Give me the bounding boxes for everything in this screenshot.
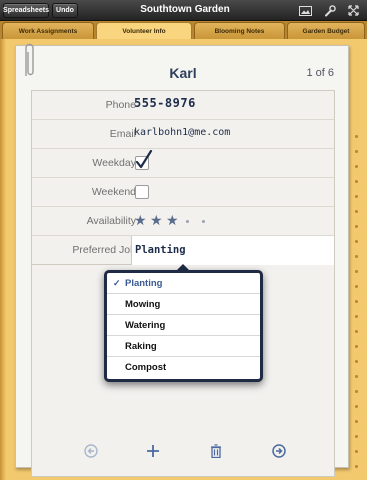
top-toolbar: Spreadsheets Undo Southtown Garden xyxy=(0,0,367,21)
tab-work-assignments[interactable]: Work Assignments xyxy=(2,22,94,39)
job-options-list: ✓ Planting Mowing Watering Raking Compos… xyxy=(107,273,260,379)
job-option-compost[interactable]: Compost xyxy=(107,357,260,378)
star-filled-icon[interactable]: ★ xyxy=(166,212,179,229)
notebook-edge xyxy=(0,39,6,480)
job-option-label: Watering xyxy=(125,319,166,331)
document-title: Southtown Garden xyxy=(140,4,230,15)
add-icon[interactable] xyxy=(143,441,163,461)
next-icon[interactable] xyxy=(269,441,289,461)
email-label: Email xyxy=(109,128,136,140)
star-empty-dot[interactable] xyxy=(186,220,189,223)
spreadsheets-button[interactable]: Spreadsheets xyxy=(3,3,49,18)
email-value[interactable]: karlbohn1@me.com xyxy=(134,127,230,138)
wrench-icon[interactable] xyxy=(321,3,339,18)
preferred-job-field[interactable]: Planting xyxy=(131,236,334,265)
job-option-label: Compost xyxy=(125,362,167,373)
job-dropdown-popover: ✓ Planting Mowing Watering Raking Compos… xyxy=(104,270,263,382)
job-option-planting[interactable]: ✓ Planting xyxy=(107,273,260,294)
undo-button[interactable]: Undo xyxy=(52,3,78,18)
paperclip-icon xyxy=(25,43,34,76)
job-option-label: Mowing xyxy=(125,298,161,310)
star-filled-icon[interactable]: ★ xyxy=(134,212,147,229)
record-card: Karl 1 of 6 Phone 555-8976 Email karlboh… xyxy=(15,45,349,477)
job-option-watering[interactable]: Watering xyxy=(107,315,260,336)
tab-garden-budget[interactable]: Garden Budget xyxy=(287,22,365,39)
email-row[interactable]: Email karlbohn1@me.com xyxy=(32,120,334,149)
phone-value[interactable]: 555-8976 xyxy=(134,96,196,110)
availability-label: Availability xyxy=(86,215,136,227)
weekday-row[interactable]: Weekday xyxy=(32,149,334,178)
record-title: Karl xyxy=(169,65,197,81)
availability-row[interactable]: Availability ★ ★ ★ xyxy=(32,207,334,236)
binding-dots xyxy=(355,135,361,480)
phone-label: Phone xyxy=(105,99,136,111)
phone-row[interactable]: Phone 555-8976 xyxy=(32,91,334,120)
weekday-checkbox[interactable] xyxy=(135,150,153,170)
tab-blooming-notes[interactable]: Blooming Notes xyxy=(194,22,285,39)
job-option-label: Raking xyxy=(125,340,157,352)
record-counter: 1 of 6 xyxy=(306,67,334,79)
preferred-job-label: Preferred Job xyxy=(72,244,136,256)
preferred-job-value: Planting xyxy=(135,244,186,256)
image-icon[interactable] xyxy=(296,3,314,18)
trash-icon[interactable] xyxy=(206,441,226,461)
job-option-label: Planting xyxy=(125,277,163,289)
availability-rating[interactable]: ★ ★ ★ xyxy=(134,207,214,236)
selected-check-icon: ✓ xyxy=(113,278,121,288)
preferred-job-row[interactable]: Preferred Job Planting xyxy=(32,236,334,265)
checkmark-icon xyxy=(135,150,153,169)
fullscreen-icon[interactable] xyxy=(344,3,362,18)
previous-icon[interactable] xyxy=(81,441,101,461)
weekday-label: Weekday xyxy=(92,157,136,169)
weekend-label: Weekend xyxy=(91,186,136,198)
tab-bar: Work Assignments Volunteer Info Blooming… xyxy=(0,21,367,40)
star-empty-dot[interactable] xyxy=(202,220,205,223)
job-option-mowing[interactable]: Mowing xyxy=(107,294,260,315)
tab-volunteer-info[interactable]: Volunteer Info xyxy=(96,22,192,40)
job-option-raking[interactable]: Raking xyxy=(107,336,260,357)
weekend-checkbox[interactable] xyxy=(135,185,149,199)
weekend-row[interactable]: Weekend xyxy=(32,178,334,207)
star-filled-icon[interactable]: ★ xyxy=(150,212,163,229)
